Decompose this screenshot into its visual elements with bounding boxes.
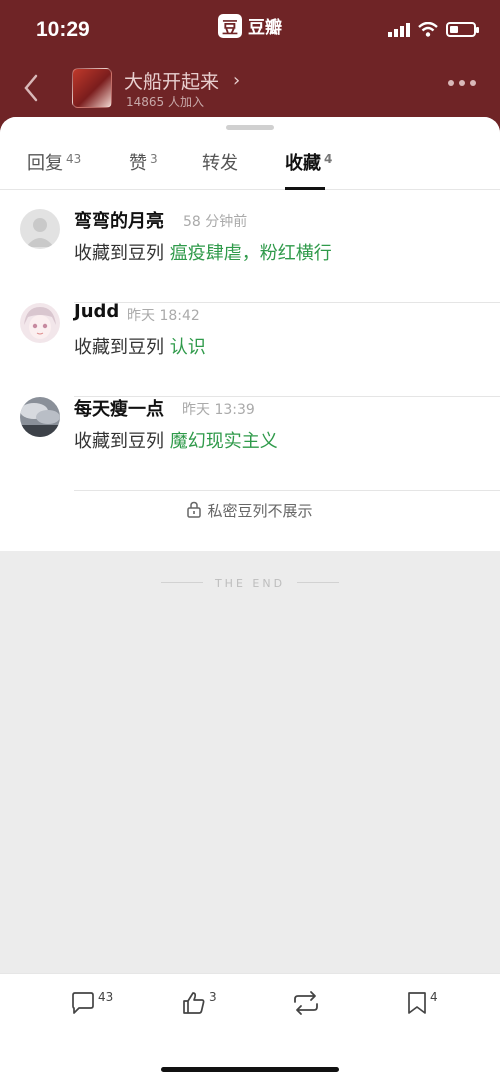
- tab-bar: 回复 43 赞3 转发 收藏 4: [0, 145, 500, 190]
- divider: [74, 490, 500, 491]
- lock-icon: [187, 501, 202, 518]
- sheet-grabber[interactable]: [226, 125, 274, 130]
- battery-icon: [446, 22, 479, 37]
- list-item[interactable]: Judd 昨天 18:42 收藏到豆列 认识: [0, 301, 500, 397]
- action-text: 收藏到豆列: [74, 431, 164, 452]
- private-doulist-note: 私密豆列不展示: [0, 500, 500, 521]
- tab-count: 4: [324, 152, 333, 166]
- timestamp: 昨天 18:42: [127, 308, 200, 324]
- timestamp: 58 分钟前: [183, 214, 248, 230]
- status-time: 10:29: [36, 18, 90, 41]
- bottom-action-bar: 43 3 4: [0, 973, 500, 1082]
- anime-avatar-icon: [20, 303, 60, 343]
- collect-action: 收藏到豆列 认识: [74, 333, 206, 359]
- signal-icon: [388, 22, 410, 37]
- avatar[interactable]: [20, 397, 60, 437]
- doulist-link[interactable]: 瘟疫肆虐，粉红横行: [170, 243, 332, 264]
- action-text: 收藏到豆列: [74, 337, 164, 358]
- comment-icon: [72, 992, 94, 1014]
- collect-sheet: 回复 43 赞3 转发 收藏 4 弯弯的月亮 58 分钟前 收藏到豆列 瘟疫肆虐…: [0, 117, 500, 1082]
- back-button[interactable]: [18, 70, 48, 106]
- bookmark-icon: [408, 992, 426, 1014]
- collect-button[interactable]: 4: [406, 990, 438, 1020]
- like-count: 3: [209, 990, 217, 1004]
- douban-logo-icon: 豆: [218, 13, 242, 38]
- list-item[interactable]: 弯弯的月亮 58 分钟前 收藏到豆列 瘟疫肆虐，粉红横行: [0, 209, 500, 303]
- tab-count: 3: [150, 152, 158, 166]
- tab-label: 收藏: [285, 153, 321, 174]
- more-button[interactable]: [448, 80, 476, 86]
- status-icons: [388, 22, 479, 37]
- group-avatar[interactable]: [72, 68, 112, 108]
- dot-icon: [448, 80, 454, 86]
- chevron-left-icon: [24, 74, 38, 102]
- repost-button[interactable]: [291, 990, 321, 1020]
- the-end-marker: THE END: [0, 577, 500, 590]
- timestamp: 昨天 13:39: [182, 402, 255, 418]
- like-button[interactable]: 3: [181, 990, 217, 1020]
- comment-count: 43: [98, 990, 114, 1004]
- tab-replies[interactable]: 回复 43: [27, 149, 81, 189]
- tab-collects[interactable]: 收藏 4: [285, 149, 333, 190]
- group-title[interactable]: 大船开起来: [124, 67, 219, 94]
- collect-count: 4: [430, 990, 438, 1004]
- sky-avatar-icon: [20, 397, 60, 437]
- doulist-link[interactable]: 魔幻现实主义: [170, 431, 278, 452]
- chevron-right-icon: ›: [233, 70, 241, 91]
- thumbs-up-icon: [183, 992, 205, 1014]
- tab-label: 回复: [27, 153, 63, 174]
- app-name: 豆瓣: [248, 18, 282, 38]
- user-name[interactable]: 每天瘦一点: [74, 395, 164, 421]
- avatar[interactable]: [20, 303, 60, 343]
- home-indicator: [161, 1067, 339, 1072]
- tab-likes[interactable]: 赞3: [129, 149, 158, 189]
- status-bar: 10:29 豆 豆瓣: [0, 0, 500, 60]
- user-name[interactable]: Judd: [74, 301, 119, 322]
- tab-reposts[interactable]: 转发: [202, 149, 238, 189]
- action-text: 收藏到豆列: [74, 243, 164, 264]
- user-name[interactable]: 弯弯的月亮: [74, 207, 164, 233]
- dot-icon: [470, 80, 476, 86]
- default-avatar-icon: [20, 209, 60, 249]
- app-badge: 豆 豆瓣: [218, 13, 282, 38]
- collect-action: 收藏到豆列 魔幻现实主义: [74, 427, 278, 453]
- repost-icon: [294, 991, 318, 1015]
- doulist-link[interactable]: 认识: [170, 337, 206, 358]
- tab-label: 转发: [202, 153, 238, 174]
- sheet-content: 回复 43 赞3 转发 收藏 4 弯弯的月亮 58 分钟前 收藏到豆列 瘟疫肆虐…: [0, 117, 500, 551]
- private-note-text: 私密豆列不展示: [207, 502, 313, 520]
- list-item[interactable]: 每天瘦一点 昨天 13:39 收藏到豆列 魔幻现实主义: [0, 397, 500, 491]
- wifi-icon: [418, 22, 438, 37]
- dot-icon: [459, 80, 465, 86]
- avatar[interactable]: [20, 209, 60, 249]
- group-member-count: 14865 人加入: [126, 95, 204, 109]
- collect-action: 收藏到豆列 瘟疫肆虐，粉红横行: [74, 239, 332, 265]
- tab-label: 赞: [129, 153, 147, 174]
- tab-count: 43: [66, 152, 82, 166]
- comment-button[interactable]: 43: [70, 990, 113, 1020]
